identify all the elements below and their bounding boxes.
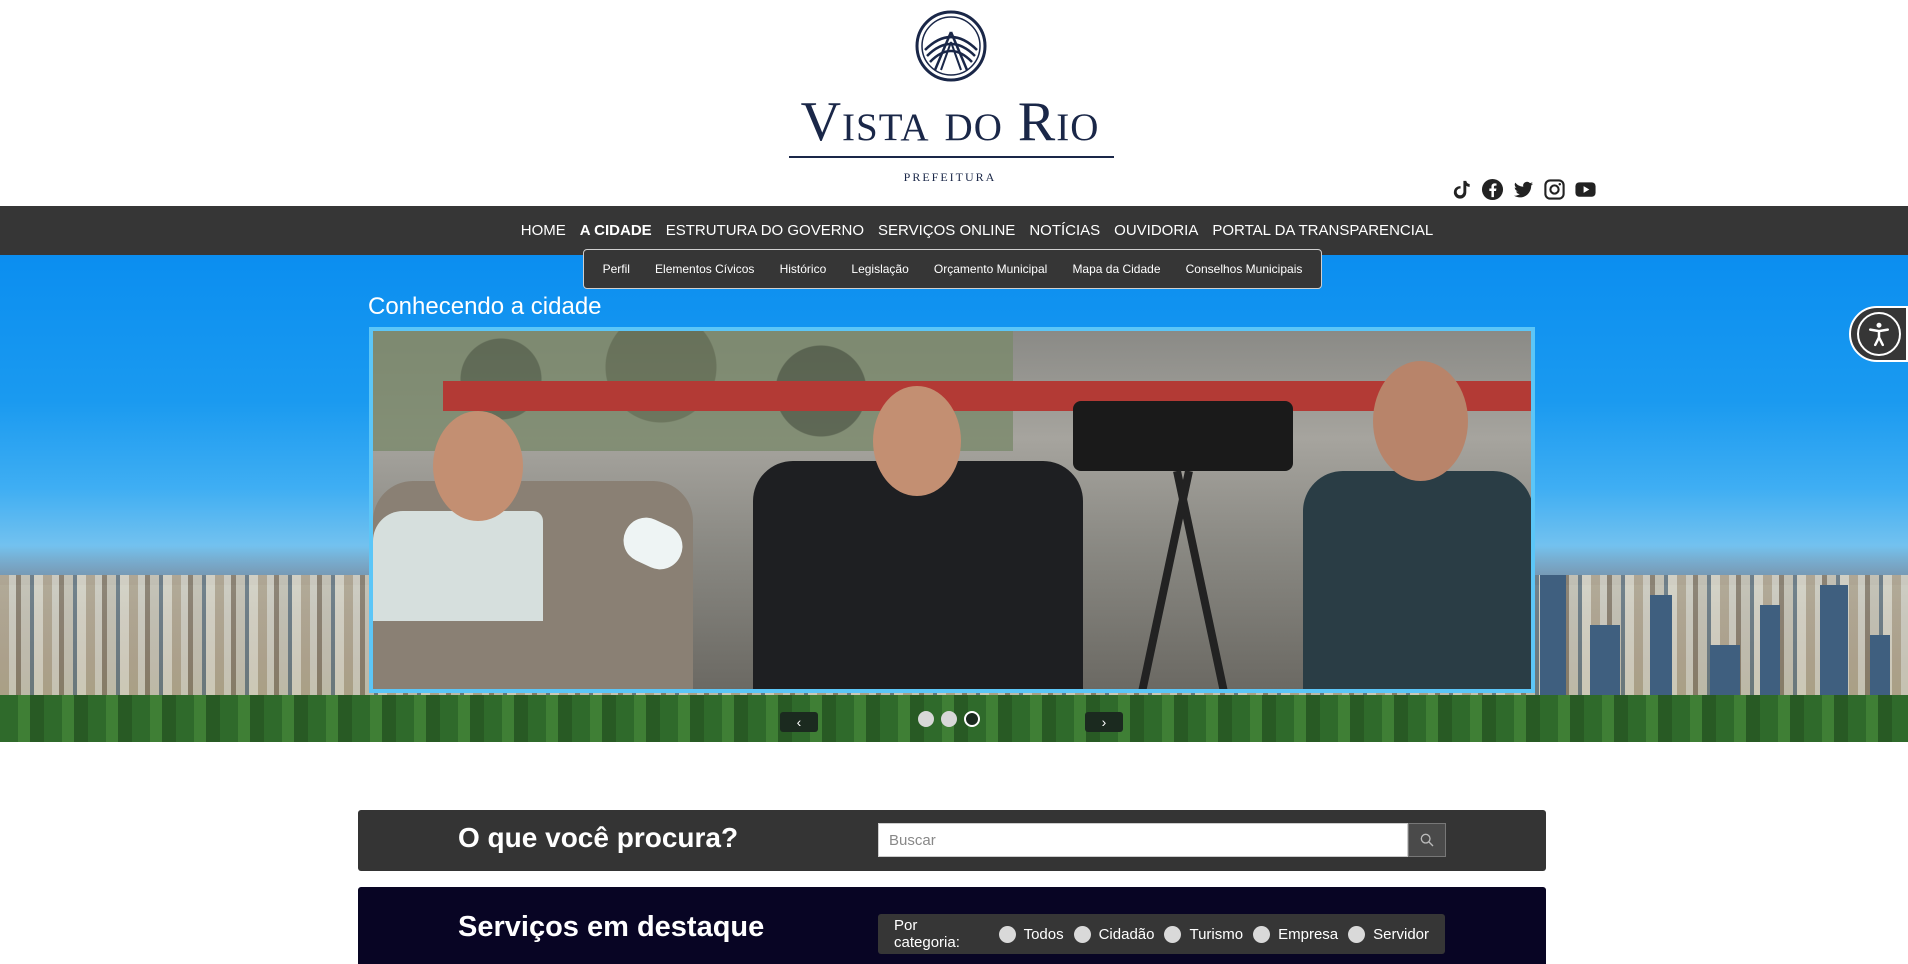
category-radio-label: Empresa [1278, 925, 1339, 943]
chevron-right-icon: › [1101, 714, 1107, 730]
site-header: Vista do Rio PREFEITURA [0, 0, 1908, 206]
brand-name[interactable]: Vista do Rio [760, 90, 1140, 154]
carousel-dot-1[interactable] [918, 711, 934, 727]
nav-item-home[interactable]: HOME [514, 222, 573, 239]
search-icon [1420, 833, 1434, 847]
category-filter-label: Por categoria: [894, 917, 960, 951]
main-nav: HOME A CIDADE ESTRUTURA DO GOVERNO SERVI… [0, 206, 1908, 255]
logo-emblem-icon[interactable] [915, 10, 987, 82]
page: Vista do Rio PREFEITURA HOME A CIDADE ES… [0, 0, 1908, 964]
featured-services-section: Serviços em destaque Por categoria: Todo… [358, 887, 1546, 964]
nav-item-servicos-online[interactable]: SERVIÇOS ONLINE [871, 222, 1022, 239]
submenu-item-historico[interactable]: Histórico [780, 262, 827, 276]
hero-title: Conhecendo a cidade [368, 293, 602, 320]
chevron-left-icon: ‹ [796, 714, 802, 730]
category-radio-turismo[interactable]: Turismo [1164, 925, 1244, 943]
category-radio-label: Todos [1023, 925, 1064, 943]
tiktok-icon[interactable] [1450, 178, 1473, 201]
submenu-a-cidade: Perfil Elementos Cívicos Histórico Legis… [583, 249, 1322, 289]
search-input[interactable] [878, 823, 1408, 857]
search-title: O que você procura? [458, 822, 739, 853]
submenu-item-mapa-da-cidade[interactable]: Mapa da Cidade [1072, 262, 1160, 276]
search-section: O que você procura? [358, 810, 1546, 871]
accessibility-icon [1857, 312, 1901, 356]
submenu-item-conselhos-municipais[interactable]: Conselhos Municipais [1186, 262, 1303, 276]
category-radio-label: Servidor [1373, 925, 1429, 943]
submenu-item-elementos-civicos[interactable]: Elementos Cívicos [655, 262, 754, 276]
carousel-dot-3[interactable] [964, 711, 980, 727]
nav-item-ouvidoria[interactable]: OUVIDORIA [1107, 222, 1205, 239]
nav-item-estrutura-do-governo[interactable]: ESTRUTURA DO GOVERNO [659, 222, 871, 239]
featured-services-title: Serviços em destaque [458, 911, 765, 943]
submenu-item-orcamento-municipal[interactable]: Orçamento Municipal [934, 262, 1047, 276]
carousel-slide-image [373, 331, 1531, 689]
category-radio-empresa[interactable]: Empresa [1253, 925, 1339, 943]
nav-item-a-cidade[interactable]: A CIDADE [573, 222, 659, 239]
nav-item-portal-da-transparencia[interactable]: PORTAL DA TRANSPARENCIAL [1205, 222, 1440, 239]
accessibility-button[interactable] [1849, 306, 1908, 362]
facebook-icon[interactable] [1481, 178, 1504, 201]
category-radio-servidor[interactable]: Servidor [1348, 925, 1429, 943]
social-links [1450, 178, 1597, 201]
category-radio-todos[interactable]: Todos [998, 925, 1064, 943]
instagram-icon[interactable] [1543, 178, 1566, 201]
brand-divider [789, 156, 1114, 158]
category-filter: Por categoria: Todos Cidadão Turismo Emp… [878, 914, 1445, 954]
carousel-dot-2[interactable] [941, 711, 957, 727]
carousel-slide[interactable] [369, 327, 1535, 693]
youtube-icon[interactable] [1574, 178, 1597, 201]
brand-subtitle: PREFEITURA [903, 170, 997, 184]
nav-item-noticias[interactable]: NOTÍCIAS [1022, 222, 1107, 239]
search-button[interactable] [1408, 823, 1446, 857]
submenu-item-legislacao[interactable]: Legislação [851, 262, 908, 276]
submenu-item-perfil[interactable]: Perfil [603, 262, 630, 276]
carousel-prev-button[interactable]: ‹ [780, 712, 818, 732]
carousel-dots [918, 711, 980, 727]
carousel-next-button[interactable]: › [1085, 712, 1123, 732]
category-radio-label: Turismo [1189, 925, 1244, 943]
category-radio-cidadao[interactable]: Cidadão [1073, 925, 1155, 943]
category-radio-label: Cidadão [1098, 925, 1155, 943]
twitter-icon[interactable] [1512, 178, 1535, 201]
